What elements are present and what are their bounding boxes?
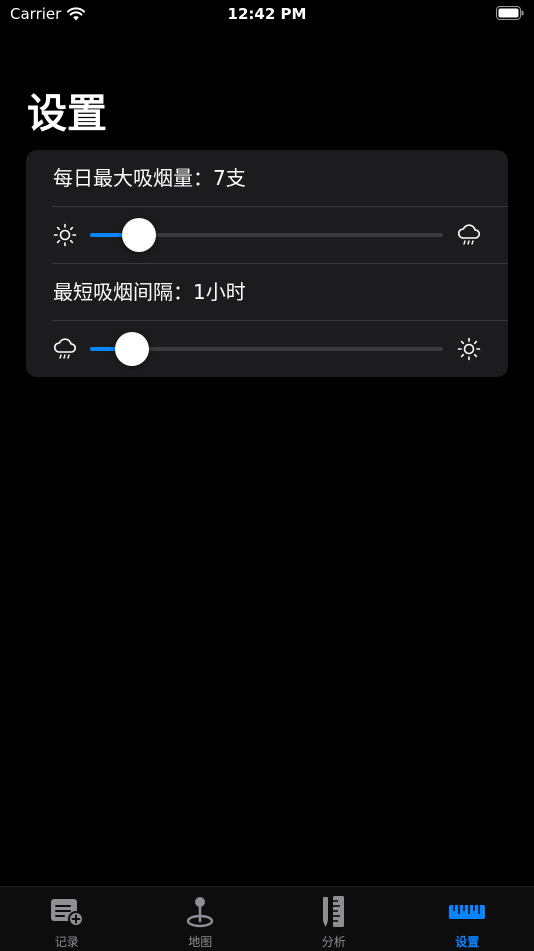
cloud-rain-icon (456, 222, 482, 248)
pencil-ruler-icon (316, 895, 352, 929)
min-interval-slider[interactable] (90, 347, 443, 351)
page-title: 设置 (27, 88, 107, 140)
battery-icon (496, 6, 524, 20)
list-add-icon (49, 895, 85, 929)
status-bar: Carrier 12:42 PM (0, 0, 534, 30)
tab-record[interactable]: 记录 (0, 887, 134, 951)
tab-settings[interactable]: 设置 (401, 887, 534, 951)
tab-label: 设置 (401, 933, 534, 950)
max-daily-label: 每日最大吸烟量：7支 (53, 150, 246, 206)
tab-map[interactable]: 地图 (134, 887, 268, 951)
map-pin-icon (182, 895, 218, 929)
slider-thumb[interactable] (115, 332, 149, 366)
sun-icon (52, 222, 78, 248)
slider-thumb[interactable] (122, 218, 156, 252)
tab-label: 分析 (267, 933, 401, 950)
min-interval-label: 最短吸烟间隔：1小时 (53, 264, 246, 320)
min-interval-slider-row (26, 321, 508, 377)
max-daily-row: 每日最大吸烟量：7支 (26, 150, 508, 206)
tab-label: 地图 (134, 933, 268, 950)
sun-icon (456, 336, 482, 362)
settings-card: 每日最大吸烟量：7支 (26, 150, 508, 377)
max-daily-slider[interactable] (90, 233, 443, 237)
status-time: 12:42 PM (0, 5, 534, 23)
cloud-rain-icon (52, 336, 78, 362)
min-interval-row: 最短吸烟间隔：1小时 (26, 264, 508, 320)
ruler-icon (449, 895, 485, 929)
tab-analysis[interactable]: 分析 (267, 887, 401, 951)
tab-label: 记录 (0, 933, 134, 950)
tab-bar: 记录 地图 分析 (0, 886, 534, 951)
max-daily-slider-row (26, 207, 508, 263)
